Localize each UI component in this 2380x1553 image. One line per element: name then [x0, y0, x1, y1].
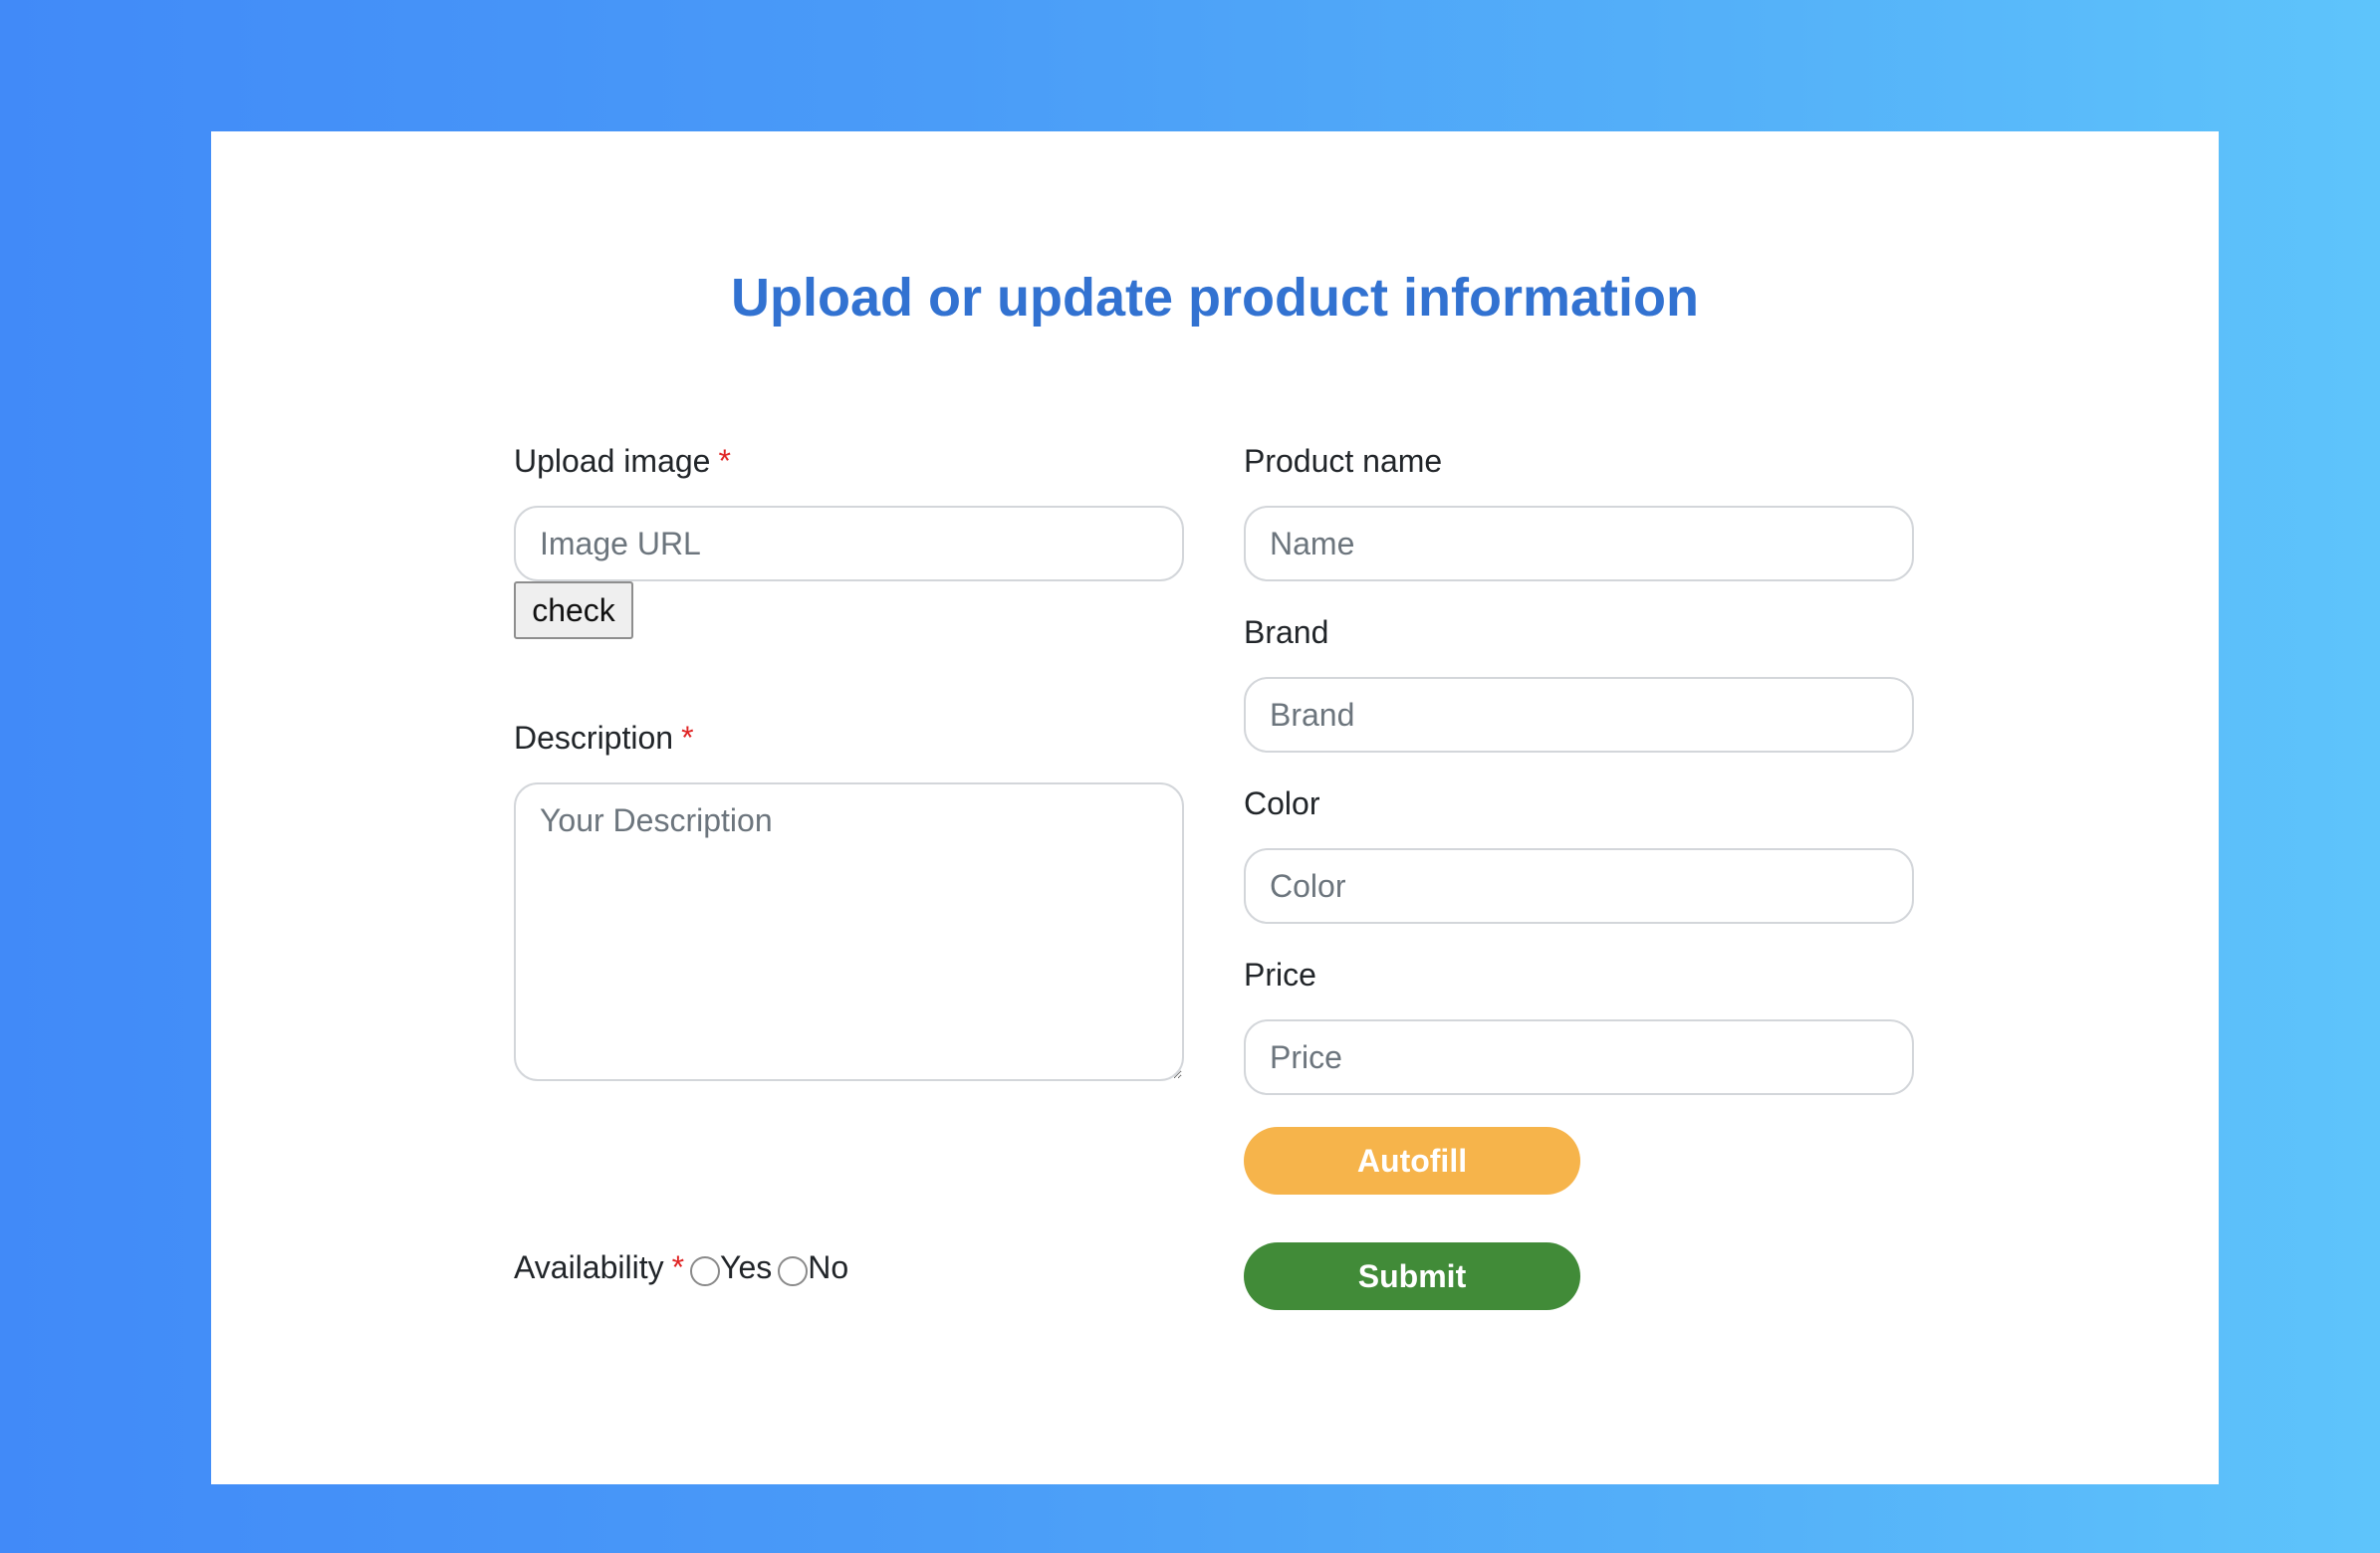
- price-label: Price: [1244, 957, 1316, 993]
- page-title: Upload or update product information: [731, 268, 1699, 328]
- description-label-text: Description: [514, 720, 674, 756]
- description-label: Description *: [514, 719, 694, 757]
- color-input[interactable]: [1244, 848, 1914, 924]
- form-card: Upload or update product information Upl…: [211, 131, 2219, 1484]
- upload-image-label-text: Upload image: [514, 443, 711, 479]
- required-mark: *: [718, 443, 731, 479]
- price-input[interactable]: [1244, 1019, 1914, 1095]
- description-textarea[interactable]: [514, 782, 1184, 1081]
- brand-input[interactable]: [1244, 677, 1914, 753]
- brand-label: Brand: [1244, 614, 1329, 650]
- required-mark: *: [671, 1249, 685, 1285]
- submit-button[interactable]: Submit: [1244, 1242, 1580, 1310]
- availability-yes-radio[interactable]: [690, 1256, 721, 1287]
- autofill-button[interactable]: Autofill: [1244, 1127, 1580, 1195]
- image-url-input[interactable]: [514, 506, 1184, 581]
- availability-no-label[interactable]: No: [808, 1248, 848, 1286]
- availability-yes-label[interactable]: Yes: [720, 1248, 772, 1286]
- upload-image-label: Upload image *: [514, 442, 731, 480]
- product-name-input[interactable]: [1244, 506, 1914, 581]
- availability-no-radio[interactable]: [778, 1256, 809, 1287]
- availability-label: Availability: [514, 1249, 664, 1285]
- check-button[interactable]: check: [514, 581, 633, 639]
- required-mark: *: [681, 720, 694, 756]
- availability-row: Availability * Yes No: [514, 1248, 848, 1287]
- product-name-label: Product name: [1244, 443, 1443, 479]
- color-label: Color: [1244, 785, 1320, 821]
